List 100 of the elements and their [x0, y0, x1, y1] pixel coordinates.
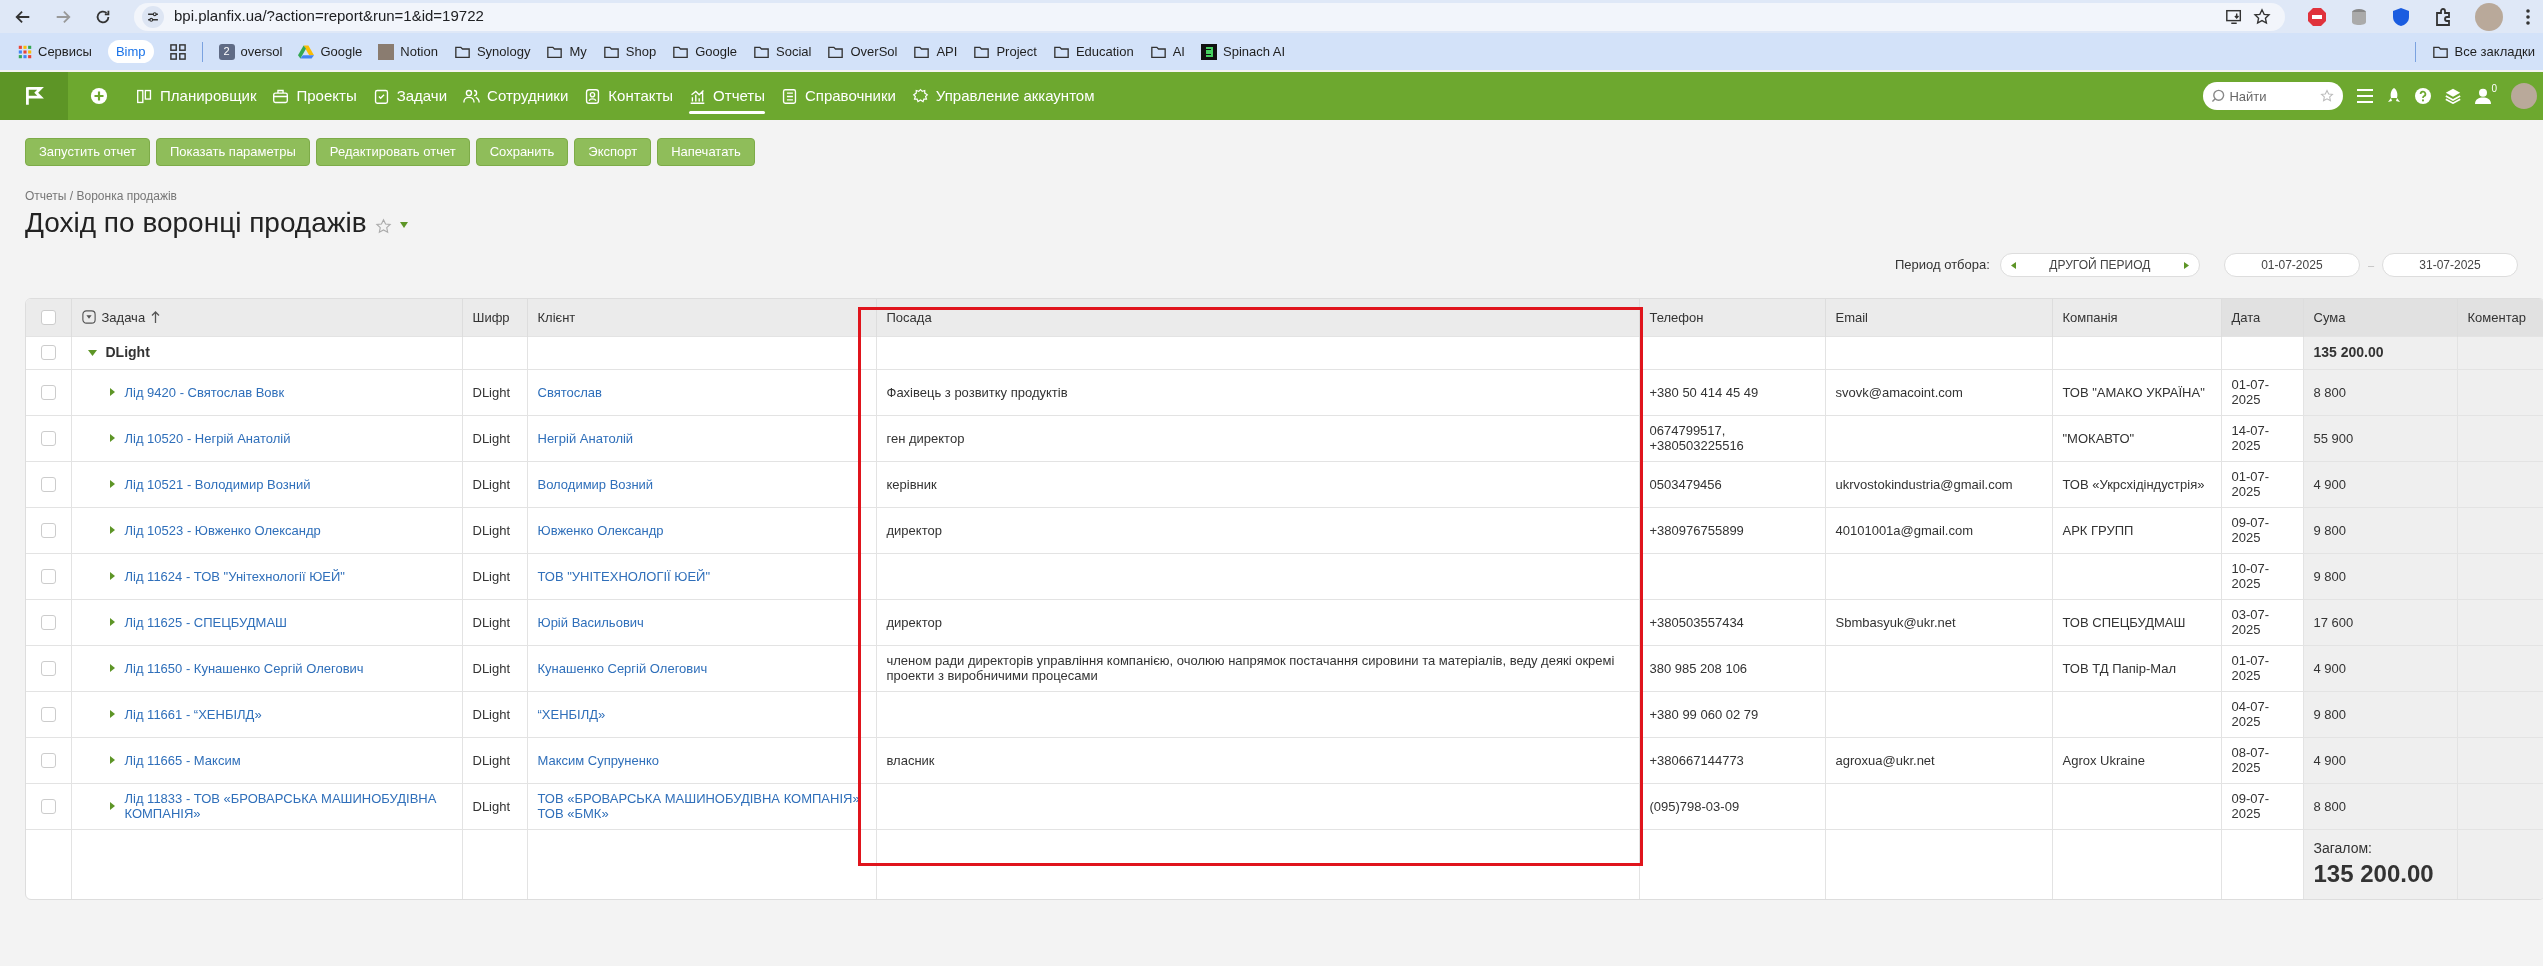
bookmark[interactable]: OverSol [850, 41, 898, 62]
install-icon[interactable] [2225, 7, 2243, 26]
bookmark[interactable]: API [936, 41, 958, 62]
help-icon[interactable] [2415, 88, 2432, 104]
bookmark[interactable]: Social [776, 41, 812, 62]
expand-arrow-icon[interactable] [109, 664, 115, 672]
bookmark[interactable]: Synology [476, 41, 531, 62]
bookmark[interactable]: Education [1075, 41, 1134, 62]
bookmark[interactable]: Все закладки [2454, 41, 2535, 62]
sort-arrow-icon[interactable] [151, 311, 161, 324]
star-icon[interactable] [2253, 7, 2271, 26]
breadcrumb[interactable]: Отчеты / Воронка продажів [25, 187, 177, 205]
task-link[interactable]: Лід 11625 - СПЕЦБУДМАШ [124, 614, 287, 630]
client-link[interactable]: ТОВ "УНІТЕХНОЛОГІЇ ЮЕЙ" [537, 568, 866, 584]
bookmark[interactable]: Сервисы [38, 41, 92, 62]
expand-caret-icon[interactable] [87, 349, 97, 356]
task-link[interactable]: Лід 11833 - ТОВ «БРОВАРСЬКА МАШИНОБУДІВНА КОМПАНІЯ» [124, 791, 452, 821]
filter-icon[interactable] [81, 310, 96, 325]
row-checkbox[interactable] [40, 798, 56, 814]
task-link[interactable]: Лід 11624 - ТОВ "Унітехнології ЮЕЙ" [124, 568, 345, 584]
bookmark[interactable]: Google [695, 41, 738, 62]
column-header[interactable]: Дата [2221, 299, 2303, 336]
star-icon[interactable] [2320, 89, 2335, 103]
database-icon[interactable] [2349, 6, 2369, 27]
task-link[interactable]: Лід 11650 - Кунашенко Сергій Олегович [124, 660, 364, 676]
nav-tab[interactable]: Справочники [772, 72, 904, 120]
star-icon[interactable] [374, 217, 392, 235]
expand-arrow-icon[interactable] [109, 756, 115, 764]
column-header[interactable]: Телефон [1639, 299, 1825, 336]
grid-icon[interactable] [169, 43, 186, 60]
client-link[interactable]: Юрій Васильович [537, 614, 866, 630]
column-header[interactable]: Посада [876, 299, 1639, 336]
caret-icon[interactable] [399, 222, 408, 228]
client-link[interactable]: Ювженко Олександр [537, 522, 866, 538]
right-arrow-icon[interactable] [2183, 261, 2189, 269]
stop-sign-icon[interactable] [2307, 6, 2327, 27]
task-link[interactable]: Лід 10520 - Негрій Анатолій [124, 430, 291, 446]
client-link[interactable]: Максим Супруненко [537, 752, 866, 768]
bookmark[interactable]: Shop [625, 41, 657, 62]
nav-tab[interactable]: Проекты [264, 72, 365, 120]
left-arrow-icon[interactable] [2010, 261, 2016, 269]
expand-arrow-icon[interactable] [109, 572, 115, 580]
task-link[interactable]: Лід 9420 - Святослав Вовк [124, 384, 285, 400]
add-icon[interactable] [90, 87, 108, 105]
row-checkbox[interactable] [40, 384, 56, 400]
more-icon[interactable] [2525, 7, 2531, 26]
bookmark[interactable]: My [569, 41, 587, 62]
bookmark[interactable]: Project [996, 41, 1037, 62]
row-checkbox[interactable] [40, 660, 56, 676]
date-field[interactable]: 01-07-2025 [2223, 253, 2360, 277]
expand-arrow-icon[interactable] [109, 480, 115, 488]
nav-tab[interactable]: Сотрудники [455, 72, 577, 120]
column-header[interactable]: Компанія [2052, 299, 2221, 336]
date-field[interactable]: 31-07-2025 [2382, 253, 2518, 277]
profile-avatar[interactable] [2475, 2, 2503, 31]
row-checkbox[interactable] [40, 309, 56, 325]
layers-icon[interactable] [2445, 88, 2462, 104]
logo-tile[interactable] [0, 72, 68, 120]
column-header[interactable]: Шифр [462, 299, 527, 336]
row-checkbox[interactable] [40, 476, 56, 492]
task-link[interactable]: Лід 10523 - Ювженко Олександр [124, 522, 321, 538]
bookmark[interactable]: AI [1172, 41, 1185, 62]
row-checkbox[interactable] [40, 706, 56, 722]
client-link[interactable]: ТОВ «БРОВАРСЬКА МАШИНОБУДІВНА КОМПАНІЯ» ТОВ «БМК» [537, 791, 866, 821]
puzzle-icon[interactable] [2433, 6, 2453, 27]
expand-arrow-icon[interactable] [109, 526, 115, 534]
expand-arrow-icon[interactable] [109, 434, 115, 442]
column-header[interactable]: Email [1825, 299, 2052, 336]
nav-tab[interactable]: Контакты [576, 72, 682, 120]
column-header[interactable]: Сума [2303, 299, 2457, 336]
bookmark[interactable]: Bimp [107, 39, 154, 64]
bookmark[interactable]: Spinach AI [1223, 41, 1286, 62]
client-link[interactable]: Володимир Возний [537, 476, 866, 492]
bookmark[interactable]: oversol [240, 41, 283, 62]
site-settings-icon[interactable] [142, 5, 164, 28]
bookmark[interactable]: Google [320, 41, 363, 62]
shield-icon[interactable] [2391, 6, 2411, 27]
row-checkbox[interactable] [40, 568, 56, 584]
nav-tab[interactable]: Отчеты [681, 72, 773, 120]
task-link[interactable]: Лід 10521 - Володимир Возний [124, 476, 311, 492]
menu-icon[interactable] [2357, 89, 2374, 103]
row-checkbox[interactable] [40, 614, 56, 630]
expand-arrow-icon[interactable] [109, 388, 115, 396]
row-checkbox[interactable] [40, 522, 56, 538]
column-header[interactable]: Клієнт [527, 299, 876, 336]
client-link[interactable]: Негрій Анатолій [537, 430, 866, 446]
task-link[interactable]: Лід 11661 - “ХЕНБІЛД» [124, 706, 262, 722]
expand-arrow-icon[interactable] [109, 802, 115, 810]
row-checkbox[interactable] [40, 752, 56, 768]
client-link[interactable]: Святослав [537, 384, 866, 400]
client-link[interactable]: “ХЕНБІЛД» [537, 706, 866, 722]
bookmark[interactable]: Notion [400, 41, 438, 62]
column-header[interactable]: Задача [101, 307, 146, 327]
period-selector[interactable]: ДРУГОЙ ПЕРИОД [1999, 253, 2200, 277]
nav-tab[interactable]: Задачи [364, 72, 456, 120]
row-checkbox[interactable] [40, 345, 56, 360]
expand-arrow-icon[interactable] [109, 618, 115, 626]
user-icon[interactable] [2475, 88, 2492, 104]
column-header[interactable]: Коментар [2457, 299, 2543, 336]
rocket-icon[interactable] [2387, 88, 2402, 104]
